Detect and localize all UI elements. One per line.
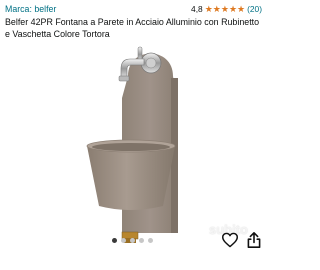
star-icon: ★ xyxy=(212,3,221,14)
pagination-dot[interactable] xyxy=(139,238,144,243)
star-icon: ★ xyxy=(237,3,246,14)
pagination-dot[interactable] xyxy=(121,238,126,243)
product-title: Belfer 42PR Fontana a Parete in Acciaio … xyxy=(5,17,260,39)
gallery-pagination[interactable] xyxy=(112,238,153,243)
star-icon: ★ xyxy=(220,3,229,14)
brand-link[interactable]: Marca: belfer xyxy=(5,4,56,14)
basin-bowl xyxy=(87,146,175,210)
product-image[interactable] xyxy=(58,38,210,249)
rating-value: 4,8 xyxy=(191,4,203,14)
heart-icon[interactable] xyxy=(221,232,239,248)
star-icon: ★ xyxy=(228,3,238,14)
star-icon: ★ xyxy=(204,3,213,14)
header-row: Marca: belfer 4,8 ★ ★ ★ ★ ★ (20) xyxy=(5,2,262,16)
share-icon[interactable] xyxy=(246,231,262,249)
pagination-dot[interactable] xyxy=(130,238,135,243)
rating-summary[interactable]: 4,8 ★ ★ ★ ★ ★ (20) xyxy=(191,4,262,14)
review-count[interactable]: (20) xyxy=(247,4,262,14)
pagination-dot-active[interactable] xyxy=(112,238,117,243)
pagination-dot[interactable] xyxy=(148,238,153,243)
star-rating: ★ ★ ★ ★ ★ xyxy=(204,3,246,14)
